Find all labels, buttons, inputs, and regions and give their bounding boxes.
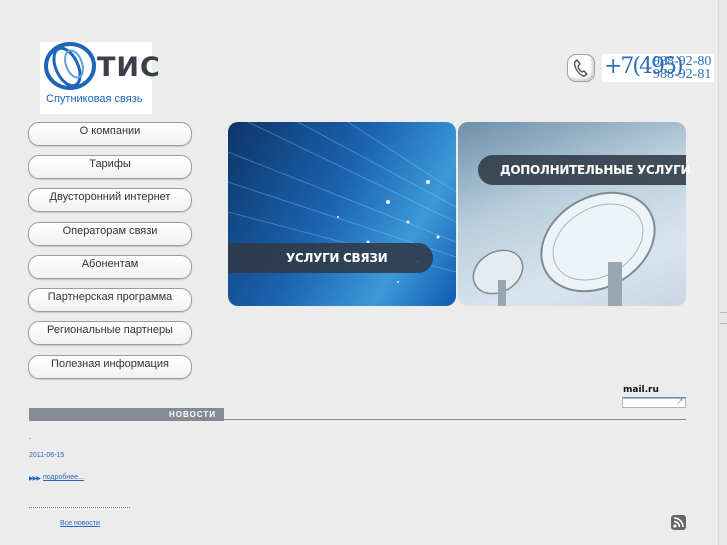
phone-number-2: 988-92-81	[653, 67, 712, 82]
menu-item-tariffs[interactable]: Тарифы	[28, 155, 192, 179]
logo-brand: ТИС	[97, 52, 161, 83]
vertical-scrollbar[interactable]	[718, 0, 727, 545]
company-logo[interactable]: ТИС Спутниковая связь	[40, 42, 160, 114]
news-date: 2011-06-15	[29, 452, 65, 459]
menu-item-subscribers[interactable]: Абонентам	[28, 255, 192, 279]
news-bullet: .	[29, 432, 32, 441]
rss-icon[interactable]	[671, 515, 686, 530]
news-separator	[29, 507, 130, 508]
scrollbar-grip[interactable]	[720, 312, 727, 324]
menu-item-two-way-internet[interactable]: Двусторонний интернет	[28, 188, 192, 212]
services-label[interactable]: УСЛУГИ СВЯЗИ	[228, 243, 433, 273]
news-more-link[interactable]: подробнее...	[43, 474, 84, 481]
menu-item-useful-info[interactable]: Полезная информация	[28, 355, 192, 379]
services-banner: УСЛУГИ СВЯЗИ ДОПОЛНИТЕЛЬНЫЕ УСЛУГИ	[228, 122, 691, 308]
more-arrow-icon: ▶▶▶	[29, 476, 41, 482]
menu-item-operators[interactable]: Операторам связи	[28, 222, 192, 246]
satellite-dishes-image	[472, 191, 656, 306]
arrow-icon: ↗	[676, 396, 684, 406]
news-header: НОВОСТИ	[29, 408, 224, 421]
phone-numbers: +7(495) 988-92-80 988-92-81	[602, 54, 714, 82]
extra-services-label[interactable]: ДОПОЛНИТЕЛЬНЫЕ УСЛУГИ	[478, 155, 691, 185]
services-panel[interactable]	[228, 122, 456, 306]
extra-services-panel[interactable]	[458, 122, 686, 306]
all-news-link[interactable]: Все новости	[60, 520, 100, 527]
logo-emblem-icon	[44, 42, 96, 90]
mailru-logo: mail.ru	[623, 385, 659, 395]
phone-icon	[567, 54, 595, 82]
menu-item-about[interactable]: О компании	[28, 122, 192, 146]
menu-item-partner-program[interactable]: Партнерская программа	[28, 288, 192, 312]
mailru-widget[interactable]: mail.ru ↗	[622, 385, 686, 408]
menu-item-regional-partners[interactable]: Региональные партнеры	[28, 321, 192, 345]
logo-tagline: Спутниковая связь	[46, 93, 143, 105]
fiber-optics-image	[228, 122, 456, 283]
